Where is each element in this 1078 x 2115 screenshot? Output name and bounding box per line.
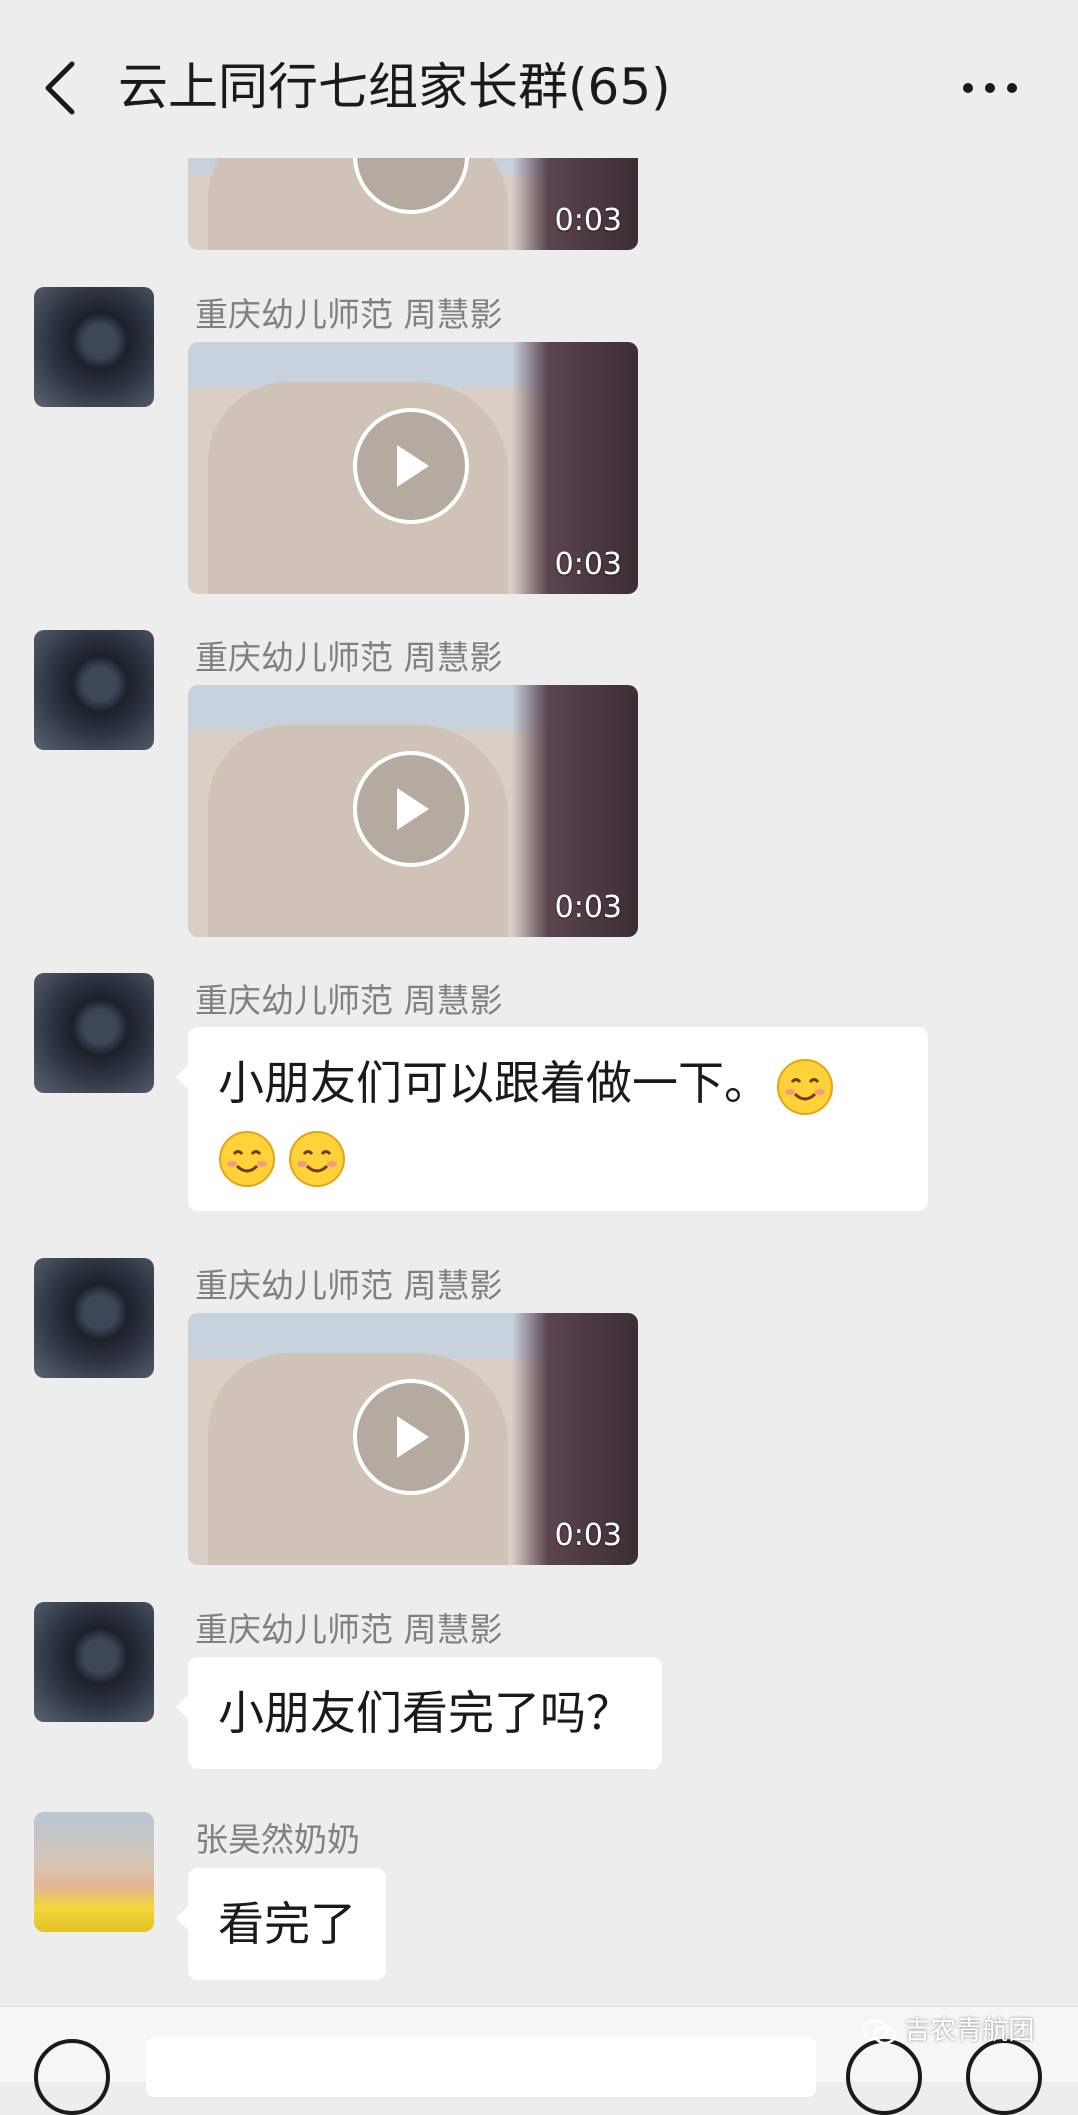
- play-button[interactable]: [353, 408, 469, 524]
- text-bubble[interactable]: 小朋友们可以跟着做一下。: [176, 1027, 928, 1211]
- sender-name: 重庆幼儿师范 周慧影: [195, 981, 503, 1020]
- video-duration: 0:03: [554, 203, 622, 238]
- video-message[interactable]: 0:03: [188, 685, 638, 937]
- avatar[interactable]: [34, 1258, 154, 1378]
- smile-emoji: [777, 1058, 833, 1115]
- text-bubble[interactable]: 小朋友们看完了吗？: [176, 1657, 662, 1769]
- play-icon: [397, 445, 429, 487]
- sender-name: 重庆幼儿师范 周慧影: [195, 295, 503, 334]
- text-bubble[interactable]: 看完了: [176, 1868, 386, 1980]
- avatar[interactable]: [34, 1602, 154, 1722]
- more-icon: [963, 83, 1017, 93]
- chat-title: 云上同行七组家长群(65): [118, 58, 671, 116]
- smile-emoji: [219, 1130, 275, 1187]
- play-button[interactable]: [353, 1379, 469, 1495]
- sender-name: 张昊然奶奶: [195, 1820, 360, 1859]
- message-text: 看完了: [218, 1897, 356, 1951]
- chat-header: 云上同行七组家长群(65): [0, 0, 1078, 170]
- back-icon: [45, 61, 75, 115]
- voice-icon[interactable]: [34, 2039, 110, 2115]
- video-duration: 0:03: [554, 547, 622, 582]
- video-message[interactable]: 0:03: [188, 1313, 638, 1565]
- play-button[interactable]: [353, 751, 469, 867]
- message-input[interactable]: [146, 2037, 816, 2097]
- video-duration: 0:03: [554, 890, 622, 925]
- avatar[interactable]: [34, 630, 154, 750]
- more-button[interactable]: [950, 60, 1030, 116]
- play-icon: [397, 1416, 429, 1458]
- video-message[interactable]: 0:03: [188, 342, 638, 594]
- avatar[interactable]: [34, 973, 154, 1093]
- avatar[interactable]: [34, 287, 154, 407]
- back-button[interactable]: [30, 48, 90, 128]
- smile-emoji: [289, 1130, 345, 1187]
- wechat-logo-icon: [861, 2019, 897, 2044]
- emoji-icon[interactable]: [846, 2039, 922, 2115]
- plus-icon[interactable]: [966, 2039, 1042, 2115]
- video-message-partial[interactable]: 0:03: [188, 158, 638, 250]
- sender-name: 重庆幼儿师范 周慧影: [195, 1266, 503, 1305]
- sender-name: 重庆幼儿师范 周慧影: [195, 638, 503, 677]
- avatar[interactable]: [34, 1812, 154, 1932]
- watermark: 吉农青航团: [861, 2010, 1035, 2047]
- message-text: 小朋友们可以跟着做一下。: [218, 1056, 770, 1110]
- play-icon: [397, 788, 429, 830]
- sender-name: 重庆幼儿师范 周慧影: [195, 1610, 503, 1649]
- watermark-text: 吉农青航团: [904, 2016, 1035, 2046]
- message-text: 小朋友们看完了吗？: [218, 1686, 632, 1740]
- video-duration: 0:03: [554, 1518, 622, 1553]
